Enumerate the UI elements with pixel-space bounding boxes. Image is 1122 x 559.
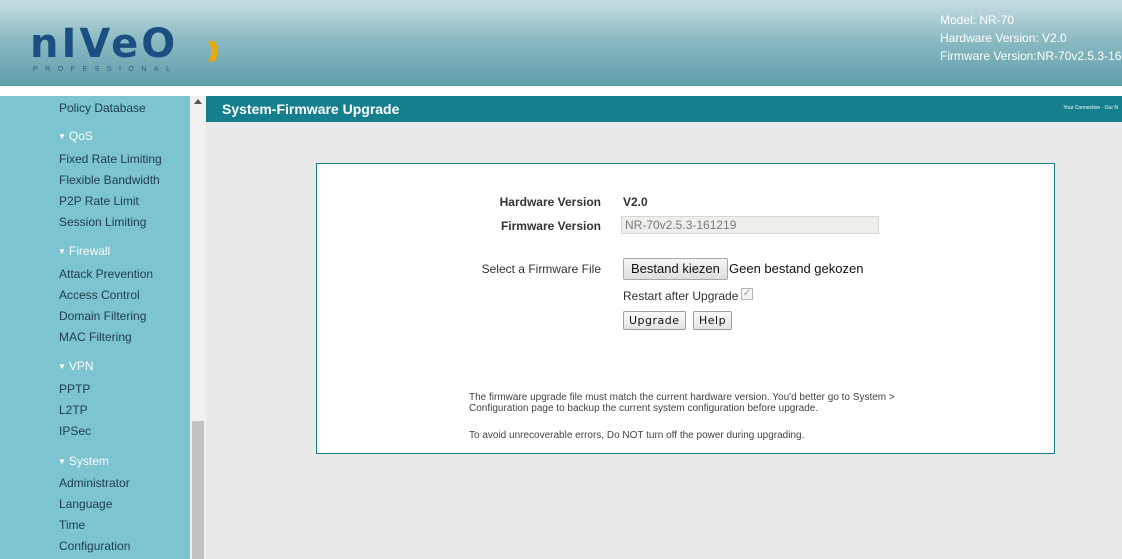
hardware-version-label: Hardware Version [499, 195, 601, 209]
sidebar-item-p2p-rate-limit[interactable]: P2P Rate Limit [59, 194, 139, 208]
sidebar-item-configuration[interactable]: Configuration [59, 539, 130, 553]
help-button[interactable]: Help [693, 311, 733, 330]
firmware-version-field: NR-70v2.5.3-161219 [621, 216, 879, 234]
collapse-triangle-icon: ▼ [58, 457, 66, 466]
sidebar-group-label: VPN [68, 359, 94, 373]
scrollbar-thumb[interactable] [192, 421, 204, 559]
sidebar-group-firewall[interactable]: ▼ Firewall [58, 244, 110, 258]
signal-waves-icon: )) [208, 37, 218, 62]
sidebar-group-label: QoS [68, 129, 93, 143]
model-text: Model: NR-70 [940, 13, 1015, 27]
sidebar-item-l2tp[interactable]: L2TP [59, 403, 88, 417]
logo-wordmark: nIVeO [30, 21, 179, 67]
sidebar-item-mac-filtering[interactable]: MAC Filtering [59, 330, 132, 344]
power-warning-text: To avoid unrecoverable errors, Do NOT tu… [469, 430, 805, 441]
upgrade-note-text: The firmware upgrade file must match the… [469, 392, 895, 414]
sidebar-item-attack-prevention[interactable]: Attack Prevention [59, 267, 153, 281]
sidebar-group-vpn[interactable]: ▼ VPN [58, 359, 94, 373]
sidebar-item-time[interactable]: Time [59, 518, 85, 532]
restart-after-upgrade-checkbox[interactable]: ✓ [741, 288, 753, 300]
sidebar-item-fixed-rate-limiting[interactable]: Fixed Rate Limiting [59, 152, 162, 166]
sidebar-group-system[interactable]: ▼ System [58, 454, 109, 468]
sidebar-item-administrator[interactable]: Administrator [59, 476, 130, 490]
restart-after-upgrade-label: Restart after Upgrade [623, 289, 739, 303]
sidebar-group-label: System [68, 454, 109, 468]
main-content: Hardware Version V2.0 Firmware Version N… [206, 122, 1122, 559]
upgrade-button[interactable]: Upgrade [623, 311, 686, 330]
file-status-text: Geen bestand gekozen [729, 261, 864, 276]
logo-subtitle: PROFESSIONAL [33, 66, 178, 73]
collapse-triangle-icon: ▼ [58, 247, 66, 256]
firmware-upgrade-panel: Hardware Version V2.0 Firmware Version N… [316, 163, 1055, 454]
firmware-version-label: Firmware Version [500, 219, 601, 233]
hardware-version-text: Hardware Version: V2.0 [940, 31, 1067, 45]
sidebar-item-flexible-bandwidth[interactable]: Flexible Bandwidth [59, 173, 160, 187]
firmware-version-text: Firmware Version:NR-70v2.5.3-161 [940, 49, 1122, 63]
sidebar-item-ipsec[interactable]: IPSec [59, 424, 91, 438]
choose-file-button[interactable]: Bestand kiezen [623, 258, 728, 280]
sidebar-group-qos[interactable]: ▼ QoS [58, 129, 93, 143]
sidebar-item-policy-database[interactable]: Policy Database [59, 101, 146, 115]
sidebar-item-pptp[interactable]: PPTP [59, 382, 90, 396]
header-banner: nIVeO )) PROFESSIONAL Model: NR-70 Hardw… [0, 0, 1122, 86]
sidebar-item-language[interactable]: Language [59, 497, 112, 511]
select-firmware-label: Select a Firmware File [481, 262, 601, 276]
sidebar-item-domain-filtering[interactable]: Domain Filtering [59, 309, 146, 323]
collapse-triangle-icon: ▼ [58, 362, 66, 371]
tagline: Your Connection · Our N [1063, 105, 1118, 111]
sidebar-group-label: Firewall [68, 244, 111, 258]
collapse-triangle-icon: ▼ [58, 132, 66, 141]
sidebar-item-access-control[interactable]: Access Control [59, 288, 140, 302]
niveo-logo: nIVeO )) PROFESSIONAL [30, 24, 230, 74]
sidebar-nav: Policy Database ▼ QoS Fixed Rate Limiting… [0, 96, 190, 559]
page-title-bar: System-Firmware Upgrade Your Connection … [206, 96, 1122, 122]
page-title: System-Firmware Upgrade [222, 101, 400, 117]
hardware-version-value: V2.0 [623, 195, 648, 209]
device-info: Model: NR-70 Hardware Version: V2.0 Firm… [940, 11, 1122, 65]
sidebar-scrollbar[interactable] [190, 96, 206, 559]
scroll-up-arrow-icon[interactable] [194, 99, 202, 104]
sidebar-item-session-limiting[interactable]: Session Limiting [59, 215, 146, 229]
